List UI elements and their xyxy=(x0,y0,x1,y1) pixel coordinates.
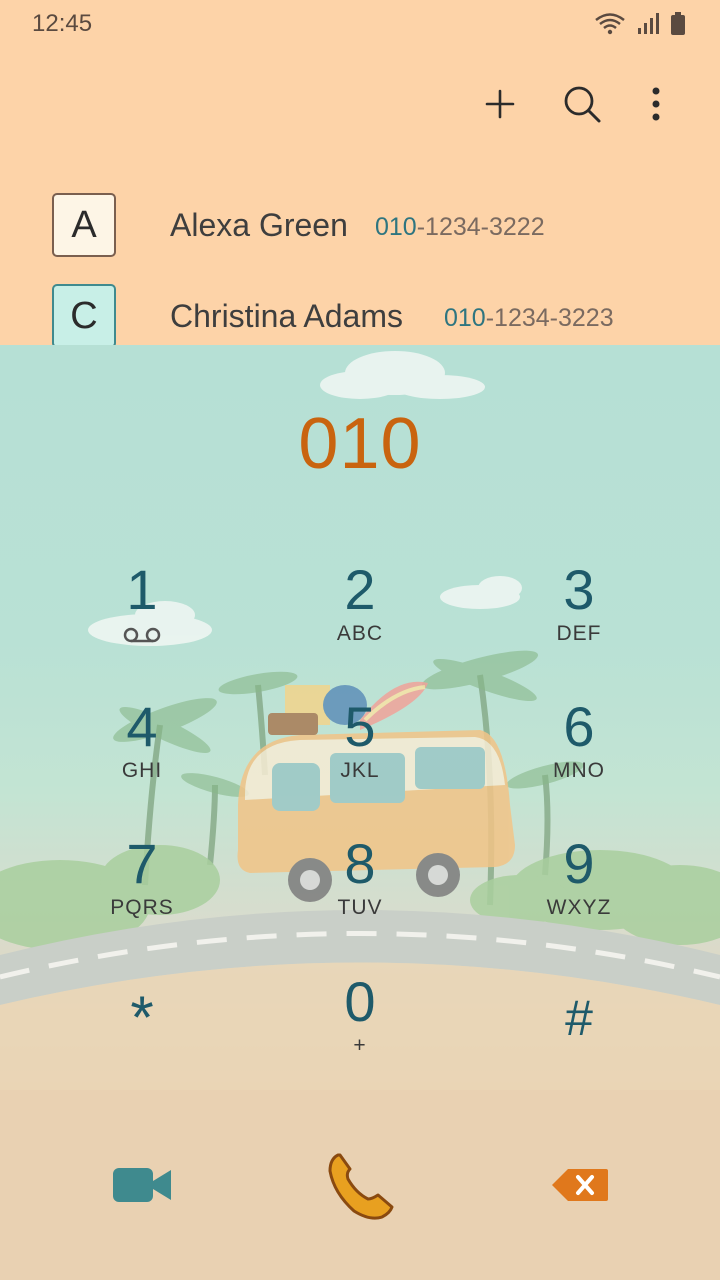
dial-key-3[interactable]: 3 DEF xyxy=(479,560,679,680)
number-rest: -1234-3222 xyxy=(416,213,545,241)
key-letters: GHI xyxy=(121,759,163,782)
status-time: 12:45 xyxy=(32,10,93,37)
contact-initial: A xyxy=(71,203,97,246)
key-letters: MNO xyxy=(553,759,605,782)
number-match-highlight: 010 xyxy=(375,213,417,241)
video-call-button[interactable] xyxy=(92,1145,192,1225)
key-digit: 0 xyxy=(344,970,376,1033)
more-options-button[interactable] xyxy=(634,82,678,126)
key-digit: 4 xyxy=(126,695,158,758)
dial-key-7[interactable]: 7 PQRS xyxy=(42,834,242,954)
contact-number: 010-1234-3222 xyxy=(375,213,545,242)
dialed-number-display[interactable]: 010 xyxy=(0,403,720,485)
key-digit: * xyxy=(130,984,154,1051)
phone-icon xyxy=(328,1153,394,1220)
dial-key-4[interactable]: 4 GHI xyxy=(42,697,242,817)
key-letters: TUV xyxy=(337,896,383,919)
contact-avatar: A xyxy=(52,193,116,257)
status-bar: 12:45 xyxy=(0,0,720,50)
plus-icon xyxy=(485,89,515,119)
key-digit: 6 xyxy=(563,695,595,758)
video-call-icon xyxy=(113,1168,171,1202)
dial-key-1[interactable]: 1 xyxy=(42,560,242,680)
dial-key-0[interactable]: 0 + xyxy=(260,972,460,1090)
key-digit: 2 xyxy=(344,558,376,621)
contact-name: Alexa Green xyxy=(170,207,348,243)
key-digit: 1 xyxy=(126,558,158,621)
key-letters: + xyxy=(353,1034,367,1057)
backspace-icon xyxy=(552,1169,608,1201)
key-digit: 9 xyxy=(563,832,595,895)
call-button[interactable] xyxy=(310,1135,410,1235)
battery-icon xyxy=(670,12,686,41)
number-match-highlight: 010 xyxy=(444,304,486,332)
more-vertical-icon xyxy=(652,87,660,121)
contact-initial: C xyxy=(70,294,98,337)
contact-name: Christina Adams xyxy=(170,298,403,334)
voicemail-icon xyxy=(42,626,242,644)
number-rest: -1234-3223 xyxy=(485,304,614,332)
dial-key-hash[interactable]: # xyxy=(479,988,679,1090)
search-icon xyxy=(564,86,601,123)
dial-key-9[interactable]: 9 WXYZ xyxy=(479,834,679,954)
dial-key-6[interactable]: 6 MNO xyxy=(479,697,679,817)
key-letters: WXYZ xyxy=(546,896,612,919)
backspace-button[interactable] xyxy=(530,1145,630,1225)
status-icons xyxy=(594,12,686,41)
key-letters: JKL xyxy=(340,759,380,782)
contact-avatar: C xyxy=(52,284,116,345)
dial-key-5[interactable]: 5 JKL xyxy=(260,697,460,817)
contact-suggestion-row[interactable]: C Christina Adams 010-1234-3223 xyxy=(0,284,720,345)
wifi-icon xyxy=(594,12,626,41)
dialer-panel: 010 1 2 ABC 3 DEF 4 GHI 5 JKL 6 MNO 7 PQ… xyxy=(0,345,720,1090)
call-actions-bar xyxy=(0,1090,720,1280)
key-letters: DEF xyxy=(556,622,602,645)
signal-icon xyxy=(636,12,660,41)
key-digit: 3 xyxy=(563,558,595,621)
key-letters: ABC xyxy=(336,622,384,645)
contact-suggestion-row[interactable]: A Alexa Green 010-1234-3222 xyxy=(0,193,720,283)
key-digit: # xyxy=(565,990,593,1046)
add-contact-button[interactable] xyxy=(478,82,522,126)
contact-number: 010-1234-3223 xyxy=(444,304,614,333)
dial-key-star[interactable]: * xyxy=(42,988,242,1090)
key-letters: PQRS xyxy=(110,896,174,919)
key-digit: 5 xyxy=(344,695,376,758)
key-digit: 8 xyxy=(344,832,376,895)
dial-key-8[interactable]: 8 TUV xyxy=(260,834,460,954)
dial-key-2[interactable]: 2 ABC xyxy=(260,560,460,680)
key-digit: 7 xyxy=(126,832,158,895)
search-button[interactable] xyxy=(560,82,604,126)
